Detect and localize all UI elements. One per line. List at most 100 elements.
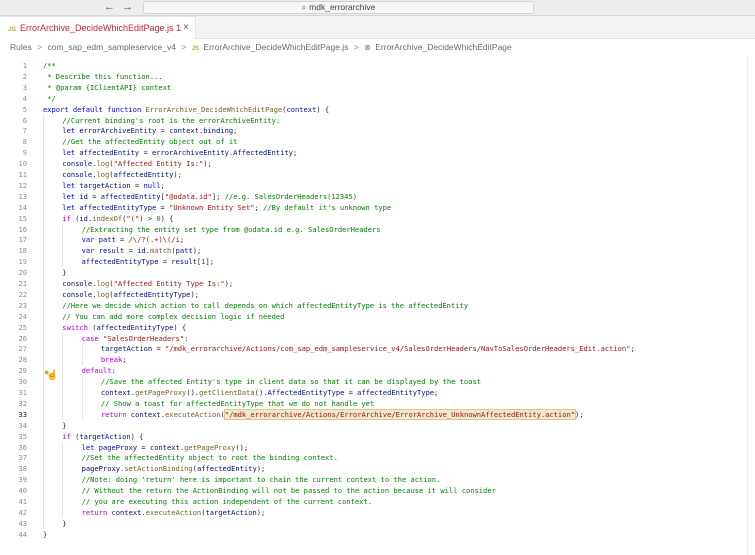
code-line[interactable]: 2 * Describe this function...	[0, 71, 755, 82]
code-line[interactable]: 12 let targetAction = null;	[0, 179, 755, 191]
code-line[interactable]: 44}	[0, 529, 755, 540]
indent-guide	[43, 474, 44, 486]
code-line[interactable]: 33 return context.executeAction("/mdk_err…	[0, 408, 755, 420]
code-token: //By default it's unknown type	[263, 202, 392, 212]
indent-guide	[43, 256, 44, 268]
code-line[interactable]: 28 break;	[0, 354, 755, 366]
code-line[interactable]: 18 var result = id.match(patt);	[0, 245, 755, 257]
close-tab-icon[interactable]: ×	[183, 17, 189, 39]
code-token: log	[96, 279, 110, 288]
code-token: =	[344, 388, 358, 397]
code-line[interactable]: 11 console.log(affectedEntity);	[0, 169, 755, 180]
code-line[interactable]: 17 var patt = /\/?(.+)\(/i;	[0, 234, 755, 246]
code-line[interactable]: 40 // Without the return the ActionBindin…	[0, 485, 755, 497]
code-token: /**	[43, 61, 56, 70]
line-number: 2	[22, 71, 27, 81]
code-token: );	[256, 464, 266, 474]
code-line[interactable]: 32 // Show a toast for affectedEntityType…	[0, 397, 755, 409]
code-line[interactable]: 24 // You can add more complex decision l…	[0, 310, 755, 322]
line-number: 23	[18, 300, 27, 310]
code-token: );	[190, 289, 199, 299]
indent-guide	[62, 332, 64, 344]
code-token: affectedEntityType	[79, 202, 157, 212]
code-token: id	[79, 191, 88, 201]
code-token: AffectedEntity	[233, 148, 293, 158]
code-line[interactable]: 36 let pageProxy = context.getPageProxy()…	[0, 441, 755, 453]
breadcrumb-item-function[interactable]: ErrorArchive_DecideWhichEditPage	[375, 42, 512, 52]
code-line[interactable]: 13 let id = affectedEntity["@odata.id"]; …	[0, 190, 755, 202]
code-line[interactable]: 39 //Note: doing 'return' here is importa…	[0, 474, 755, 486]
code-line[interactable]: 25 switch (affectedEntityType) {	[0, 321, 755, 333]
code-text: switch (affectedEntityType) {	[62, 322, 186, 333]
code-line[interactable]: 41 // you are executing this action indep…	[0, 496, 755, 507]
code-text: case "SalesOrderHeaders":	[82, 333, 189, 344]
code-line[interactable]: 9 let affectedEntity = errorArchiveEntity…	[0, 147, 755, 159]
code-line[interactable]: 7 let errorArchiveEntity = context.bindin…	[0, 125, 755, 137]
code-line[interactable]: 23 //Here we decide which action to call …	[0, 299, 755, 311]
code-line[interactable]: 43}	[0, 517, 755, 529]
forward-arrow-icon[interactable]: →	[122, 1, 133, 14]
line-number: 34	[18, 420, 27, 430]
code-token: affectedEntityType	[357, 388, 435, 397]
code-token: }	[62, 420, 67, 430]
line-number: 22	[18, 289, 27, 299]
indent-guide	[43, 397, 44, 409]
code-text: context.getPageProxy().getClientData().A…	[101, 387, 438, 398]
code-line[interactable]: 14 let affectedEntityType = "Unknown Enti…	[0, 201, 755, 213]
code-line[interactable]: 15 if (id.indexOf("(") > 0) {	[0, 212, 755, 224]
code-token: if	[62, 431, 76, 441]
line-number: 26	[18, 333, 27, 343]
indent-guide	[62, 397, 64, 409]
code-text: let pageProxy = context.getPageProxy();	[82, 442, 249, 453]
code-line[interactable]: 31 context.getPageProxy().getClientData()…	[0, 387, 755, 398]
code-token: ;	[233, 126, 238, 136]
code-token: setActionBinding	[124, 464, 193, 474]
code-token: * Describe this function...	[43, 71, 163, 81]
code-line[interactable]: 1 /**	[0, 60, 755, 71]
code-text: affectedEntityType = result[1];	[82, 256, 214, 267]
line-number: 25	[18, 322, 27, 332]
code-text: //Extracting the entity set type from @o…	[82, 224, 381, 235]
code-line[interactable]: 37 //Set the affectedEntity object to roo…	[0, 452, 755, 464]
code-line[interactable]: 10 console.log("Affected Entity Is:");	[0, 158, 755, 170]
line-number: 12	[18, 180, 27, 190]
code-line[interactable]: 30 //Save the affected Entity's type in c…	[0, 376, 755, 388]
tab-errorarchive-decidewhicheditpage[interactable]: JS ErrorArchive_DecideWhichEditPage.js 1 …	[0, 16, 196, 39]
code-line[interactable]: 4 */	[0, 93, 755, 104]
code-token: result	[98, 246, 125, 256]
code-editor[interactable]: 1/** 2 * Describe this function... 3 * @pa…	[0, 56, 755, 555]
code-line[interactable]: 34}	[0, 419, 755, 431]
code-line[interactable]: 3 * @param {IClientAPI} context	[0, 82, 755, 93]
code-text: let affectedEntity = errorArchiveEntity.…	[62, 147, 297, 158]
code-token: log	[96, 170, 110, 179]
line-number: 31	[18, 388, 27, 397]
breadcrumb-item-file[interactable]: ErrorArchive_DecideWhichEditPage.js	[203, 42, 348, 52]
code-line[interactable]: 20}	[0, 267, 755, 279]
code-token: "SalesOrderHeaders"	[102, 333, 185, 343]
code-line[interactable]: 35 if (targetAction) {	[0, 430, 755, 442]
code-line[interactable]: 6 //Current binding's root is the errorAr…	[0, 114, 755, 126]
code-line[interactable]: 5 export default function ErrorArchive_De…	[0, 104, 755, 115]
code-token: console	[62, 159, 93, 169]
code-line[interactable]: 22 console.log(affectedEntityType);	[0, 288, 755, 300]
code-line[interactable]: 26 case "SalesOrderHeaders":	[0, 332, 755, 344]
code-line[interactable]: 42 return context.executeAction(targetAct…	[0, 506, 755, 518]
code-line[interactable]: 38 pageProxy.setActionBinding(affectedEnt…	[0, 463, 755, 475]
code-token: console	[62, 289, 93, 299]
editor-scrollbar[interactable]	[747, 56, 755, 555]
indent-guide	[43, 408, 44, 420]
code-token: export default	[43, 104, 108, 114]
command-center-search[interactable]: ⌕ mdk_errorarchive	[143, 1, 534, 14]
breadcrumb-item-rules[interactable]: Rules	[10, 42, 32, 52]
code-token: let	[62, 148, 80, 158]
code-line[interactable]: 27 targetAction = "/mdk_errorarchive/Acti…	[0, 343, 755, 355]
code-line[interactable]: 29 default:	[0, 365, 755, 377]
code-line[interactable]: 21 console.log("Affected Entity Type Is:"…	[0, 278, 755, 289]
code-line[interactable]: 16 //Extracting the entity set type from …	[0, 223, 755, 235]
code-token: //Here we decide which action to call de…	[62, 300, 469, 310]
back-arrow-icon[interactable]: ←	[104, 1, 115, 14]
code-line[interactable]: 8 //Get the affectedEntity object out of …	[0, 136, 755, 148]
title-bar: ← → ⌕ mdk_errorarchive	[0, 0, 755, 16]
breadcrumb-item-folder[interactable]: com_sap_edm_sampleservice_v4	[47, 42, 176, 52]
code-line[interactable]: 19 affectedEntityType = result[1];	[0, 256, 755, 268]
